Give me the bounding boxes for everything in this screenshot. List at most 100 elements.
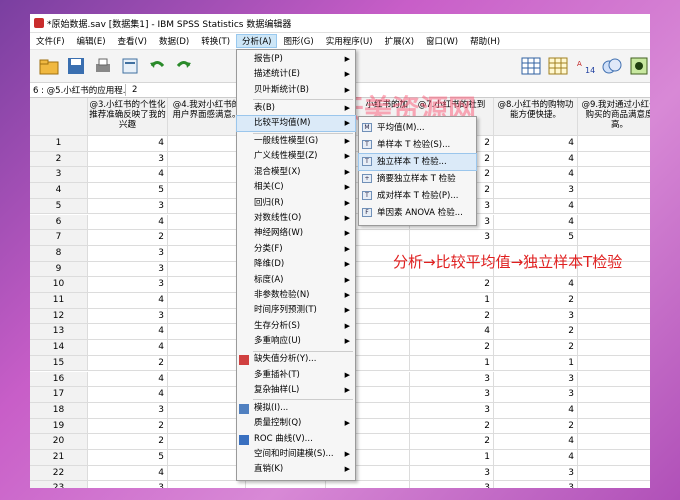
data-cell[interactable] [168,198,246,215]
data-cell[interactable]: 5 [578,466,650,482]
data-cell[interactable]: 4 [494,151,578,168]
data-cell[interactable] [168,261,246,278]
data-cell[interactable]: 4 [88,340,168,356]
analyze-menu-item[interactable]: 一般线性模型(G) ▶ [237,134,355,149]
weight-cases-icon[interactable] [548,55,569,77]
data-cell[interactable] [168,371,246,388]
data-cell[interactable]: 4 [88,371,168,388]
data-cell[interactable]: 2 [410,434,494,450]
analyze-menu-item[interactable]: 报告(P) ▶ [237,52,355,67]
data-cell[interactable]: 1 [494,355,578,372]
data-cell[interactable]: 3 [88,151,168,168]
data-cell[interactable]: 2 [88,230,168,246]
data-cell[interactable]: 5 [88,450,168,466]
row-number[interactable]: 7 [30,230,88,246]
data-cell[interactable]: 5 [578,152,650,168]
menu-1[interactable]: 编辑(E) [71,35,112,47]
row-number[interactable]: 4 [30,183,88,199]
analyze-menu-item[interactable]: 相关(C) ▶ [237,180,355,195]
menu-0[interactable]: 文件(F) [30,35,71,47]
menu-10[interactable]: 帮助(H) [464,35,506,47]
row-number[interactable]: 23 [30,481,88,488]
data-cell[interactable]: 5 [578,403,650,419]
data-cell[interactable]: 4 [494,198,578,215]
analyze-menu-item[interactable]: 回归(R) ▶ [237,196,355,211]
data-cell[interactable]: 4 [88,214,168,231]
column-header[interactable]: @3.小红书的个性化推荐准确反映了我的兴趣 [88,98,168,136]
data-cell[interactable] [168,402,246,419]
data-cell[interactable]: 3 [88,308,168,325]
data-cell[interactable] [168,183,246,199]
analyze-menu-item[interactable]: 对数线性(O) ▶ [237,211,355,226]
analyze-menu-item[interactable]: 标度(A) ▶ [237,273,355,288]
data-cell[interactable]: 4 [494,402,578,419]
row-number[interactable]: 15 [30,355,88,372]
analyze-menu-item[interactable]: 多重插补(T) ▶ [237,368,355,383]
print-icon[interactable] [92,55,113,77]
data-cell[interactable]: 2 [494,340,578,356]
value-labels-icon[interactable]: A 14 [575,55,596,77]
data-cell[interactable] [168,308,246,325]
data-cell[interactable] [168,324,246,341]
analyze-menu-item[interactable]: 混合模型(X) ▶ [237,165,355,180]
data-cell[interactable]: 3 [578,372,650,388]
data-cell[interactable]: 1 [578,356,650,372]
analyze-menu-item[interactable]: 贝叶斯统计(B) ▶ [237,83,355,98]
data-cell[interactable] [168,230,246,246]
data-cell[interactable]: 2 [494,418,578,435]
data-cell[interactable]: 2 [410,277,494,293]
data-cell[interactable]: 4 [88,136,168,152]
analyze-menu-item[interactable]: 分类(F) ▶ [237,242,355,257]
data-cell[interactable] [246,481,326,488]
redo-icon[interactable] [173,55,194,77]
cell-value-field[interactable]: 2 [126,85,137,95]
data-cell[interactable]: 2 [88,418,168,435]
data-cell[interactable] [168,387,246,403]
analyze-menu-item[interactable]: 质量控制(Q) ▶ [237,416,355,431]
data-cell[interactable]: 3 [494,465,578,482]
data-cell[interactable]: 3 [494,371,578,388]
corner-cell[interactable] [30,98,88,136]
data-cell[interactable]: 3 [578,199,650,215]
data-cell[interactable] [168,277,246,293]
data-cell[interactable]: 4 [578,419,650,435]
analyze-menu-item[interactable]: 降维(D) ▶ [237,257,355,272]
data-cell[interactable]: 4 [88,387,168,403]
data-cell[interactable]: 2 [494,293,578,309]
data-cell[interactable]: 4 [578,340,650,356]
data-cell[interactable]: 5 [494,230,578,246]
data-cell[interactable]: 3 [88,261,168,278]
row-number[interactable]: 1 [30,136,88,152]
data-cell[interactable]: 3 [88,198,168,215]
row-number[interactable]: 2 [30,151,88,168]
row-number[interactable]: 6 [30,214,88,231]
row-number[interactable]: 9 [30,261,88,278]
analyze-menu-item[interactable]: 神经网络(W) ▶ [237,226,355,241]
data-cell[interactable]: 3 [578,293,650,309]
data-cell[interactable]: 2 [410,340,494,356]
data-cell[interactable]: 4 [494,277,578,293]
menu-2[interactable]: 查看(V) [112,35,153,47]
analyze-menu-item[interactable]: 时间序列预测(T) ▶ [237,303,355,318]
data-cell[interactable] [168,340,246,356]
row-number[interactable]: 5 [30,198,88,215]
data-cell[interactable]: 4 [578,450,650,466]
row-number[interactable]: 8 [30,245,88,262]
data-cell[interactable]: 5 [578,183,650,199]
data-cell[interactable]: 5 [578,215,650,231]
analyze-menu-item[interactable]: 描述统计(E) ▶ [237,67,355,82]
open-folder-icon[interactable] [38,55,59,77]
data-cell[interactable]: 4 [410,324,494,341]
menu-6[interactable]: 图形(G) [277,35,319,47]
row-number[interactable]: 3 [30,167,88,184]
analyze-menu-item[interactable]: 复杂抽样(L) ▶ [237,383,355,398]
data-cell[interactable]: 3 [578,277,650,293]
data-cell[interactable]: 4 [578,387,650,403]
data-cell[interactable]: 5 [88,183,168,199]
data-cell[interactable]: 4 [494,434,578,450]
analyze-menu-item[interactable]: 缺失值分析(Y)... [237,352,355,367]
data-cell[interactable]: 2 [410,418,494,435]
data-cell[interactable]: 3 [410,465,494,482]
column-header[interactable]: @9.我对通过小红书购买的商品满意度高。 [578,98,650,136]
analyze-menu-item[interactable]: ROC 曲线(V)... [237,432,355,447]
